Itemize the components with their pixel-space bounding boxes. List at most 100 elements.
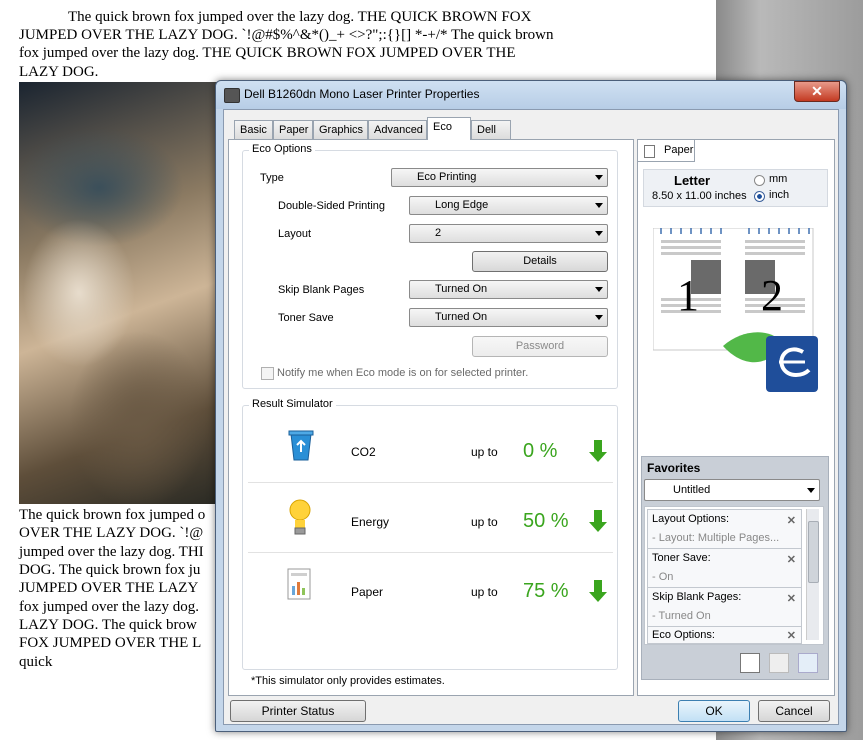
favorites-list: Layout Options: ✕ - Layout: Multiple Pag… (644, 506, 824, 645)
favorites-title: Favorites (647, 461, 701, 475)
recycle-bin-icon (288, 430, 314, 461)
favorites-scrollbar[interactable] (806, 509, 819, 640)
result-simulator-legend: Result Simulator (249, 398, 336, 410)
doc-line: fox jumped over the lazy dog. (19, 599, 199, 615)
remove-icon[interactable]: ✕ (787, 629, 796, 642)
simulator-note: *This simulator only provides estimates. (251, 675, 445, 687)
doc-line: DOG. The quick brown fox ju (19, 562, 201, 578)
ok-button[interactable]: OK (678, 700, 750, 722)
down-arrow-icon (589, 510, 607, 532)
doc-line: OVER THE LAZY DOG. `!@ (19, 525, 204, 541)
layout-select[interactable]: 2 (409, 224, 608, 243)
eco-options-legend: Eco Options (249, 143, 315, 155)
printer-status-button[interactable]: Printer Status (230, 700, 366, 722)
favorite-item[interactable]: Toner Save: ✕ - On (647, 548, 802, 588)
preview-tab-label: Paper (664, 144, 694, 156)
tab-graphics[interactable]: Graphics (313, 120, 368, 139)
cancel-button[interactable]: Cancel (758, 700, 830, 722)
favorite-item-name: Eco Options: (652, 629, 715, 641)
dialog-title: Dell B1260dn Mono Laser Printer Properti… (244, 87, 480, 101)
favorite-item[interactable]: Layout Options: ✕ - Layout: Multiple Pag… (647, 509, 802, 549)
remove-icon[interactable]: ✕ (787, 592, 796, 605)
result-simulator-group: Result Simulator CO2 up to 0 % Energy up… (242, 398, 618, 670)
energy-upto: up to (471, 515, 498, 529)
row-separator (248, 482, 613, 483)
doc-line: JUMPED OVER THE LAZY DOG. `!@#$%^&*()_+ … (19, 27, 554, 43)
tab-dell[interactable]: Dell (471, 120, 511, 139)
chevron-down-icon (595, 231, 603, 236)
toner-save-value: Turned On (435, 311, 488, 323)
energy-label: Energy (351, 515, 390, 529)
energy-value: 50 % (523, 510, 569, 532)
favorite-item-value: - Turned On (652, 610, 711, 622)
doc-line: FOX JUMPED OVER THE L (19, 635, 202, 651)
preview-paper-tab[interactable]: Paper (637, 139, 695, 162)
details-button[interactable]: Details (472, 251, 608, 272)
scrollbar-thumb[interactable] (808, 521, 819, 583)
paper-value: 75 % (523, 580, 569, 602)
favorites-selected: Untitled (673, 484, 711, 496)
co2-value: 0 % (523, 440, 558, 462)
layout-label: Layout (278, 228, 312, 240)
paper-document-icon (287, 568, 311, 600)
tab-eco[interactable]: Eco (427, 117, 471, 140)
save-favorite-icon[interactable] (769, 653, 789, 673)
skip-blank-select[interactable]: Turned On (409, 280, 608, 299)
chevron-down-icon (595, 175, 603, 180)
toner-save-select[interactable]: Turned On (409, 308, 608, 327)
eco-options-group: Eco Options Type Eco Printing Double-Sid… (242, 143, 618, 389)
favorite-item-name: Skip Blank Pages: (652, 591, 742, 603)
title-bar[interactable]: Dell B1260dn Mono Laser Printer Properti… (216, 81, 846, 109)
doc-line: The quick brown fox jumped o (19, 507, 206, 523)
favorite-item-name: Toner Save: (652, 552, 711, 564)
favorite-item[interactable]: Skip Blank Pages: ✕ - Turned On (647, 587, 802, 627)
remove-icon[interactable]: ✕ (787, 514, 796, 527)
favorite-item-name: Layout Options: (652, 513, 730, 525)
printer-icon (224, 88, 240, 103)
layout-value: 2 (435, 227, 442, 239)
chevron-down-icon (595, 203, 603, 208)
dialog-client: Basic Paper Graphics Advanced Eco Dell E… (223, 109, 839, 725)
doc-line: JUMPED OVER THE LAZY (19, 580, 199, 596)
eco-tab-panel: Eco Options Type Eco Printing Double-Sid… (228, 139, 634, 696)
chevron-down-icon (595, 287, 603, 292)
remove-icon[interactable]: ✕ (787, 553, 796, 566)
inch-radio[interactable] (754, 191, 765, 202)
row-separator (248, 552, 613, 553)
type-label: Type (260, 172, 284, 184)
skip-blank-label: Skip Blank Pages (278, 284, 365, 296)
doc-line: quick (19, 654, 53, 670)
favorite-item[interactable]: Eco Options: ✕ (647, 626, 802, 644)
preview-page-number: 2 (761, 271, 783, 320)
type-select-value: Eco Printing (417, 171, 477, 183)
paper-name: Letter (674, 173, 711, 188)
layout-preview-image: 1 2 (653, 228, 818, 392)
double-sided-select[interactable]: Long Edge (409, 196, 608, 215)
co2-upto: up to (471, 445, 498, 459)
notify-label: Notify me when Eco mode is on for select… (277, 367, 529, 379)
type-select[interactable]: Eco Printing (391, 168, 608, 187)
printer-properties-dialog: Dell B1260dn Mono Laser Printer Properti… (215, 80, 847, 732)
page-icon (644, 145, 655, 158)
favorite-item-value: - Layout: Multiple Pages... (652, 532, 780, 544)
double-sided-label: Double-Sided Printing (278, 200, 386, 212)
tab-advanced[interactable]: Advanced (368, 120, 427, 139)
light-bulb-icon (289, 499, 311, 535)
double-sided-value: Long Edge (435, 199, 489, 211)
favorites-select[interactable]: Untitled (644, 479, 820, 501)
chevron-down-icon (595, 315, 603, 320)
password-button[interactable]: Password (472, 336, 608, 357)
delete-favorite-icon[interactable] (798, 653, 818, 673)
tab-paper[interactable]: Paper (273, 120, 313, 139)
mm-radio[interactable] (754, 175, 765, 186)
preview-page-number: 1 (677, 271, 699, 320)
mm-label: mm (769, 173, 788, 185)
tab-basic[interactable]: Basic (234, 120, 273, 139)
paper-size: 8.50 x 11.00 inches (652, 190, 747, 202)
new-favorite-icon[interactable] (740, 653, 760, 673)
favorites-panel: Favorites Untitled Layout Options: ✕ - L… (641, 456, 829, 680)
down-arrow-icon (589, 440, 607, 462)
notify-checkbox[interactable] (261, 367, 274, 380)
close-button[interactable]: ✕ (794, 81, 840, 102)
doc-line: LAZY DOG. The quick brow (19, 617, 197, 633)
